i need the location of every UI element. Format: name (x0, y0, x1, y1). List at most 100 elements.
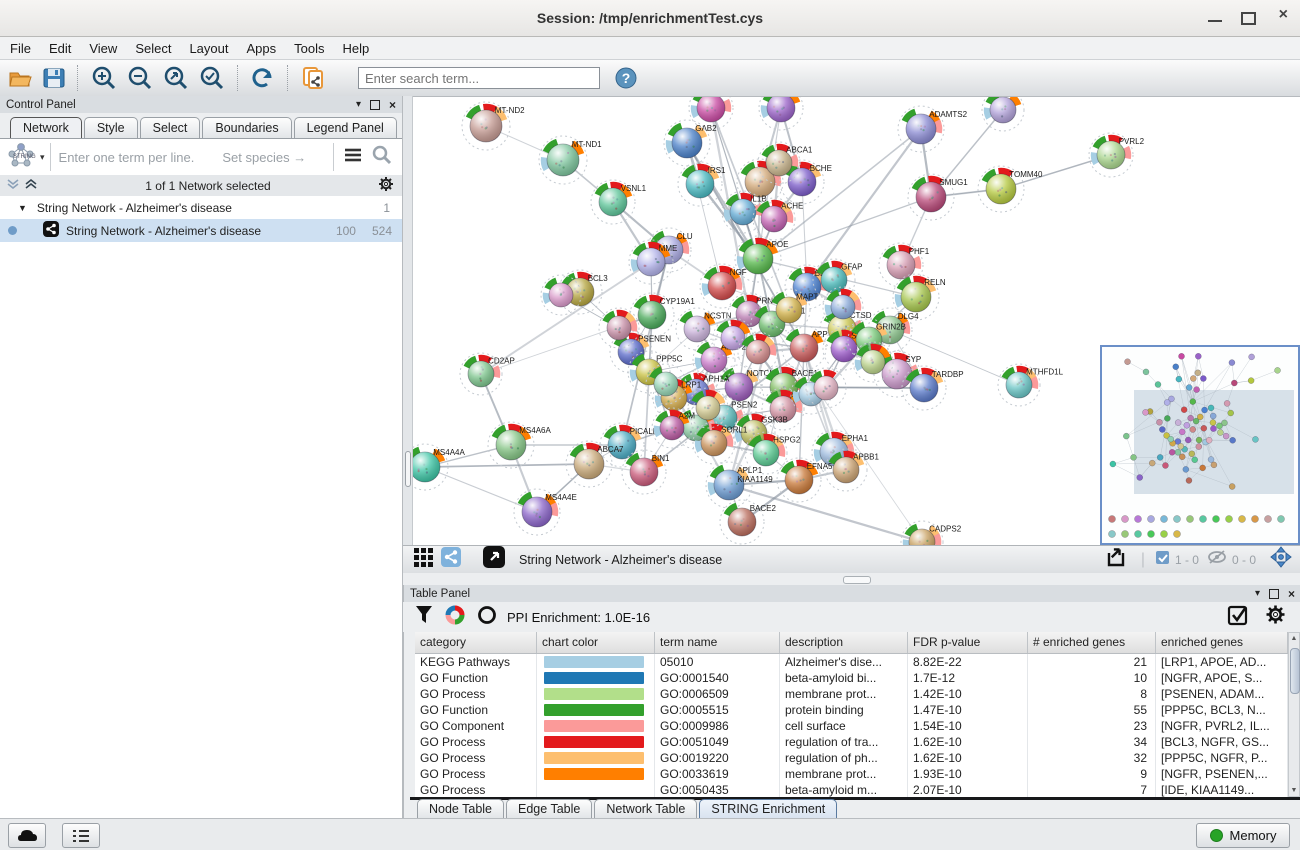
grid-view-icon[interactable] (413, 547, 433, 572)
select-terms-checkbox-icon[interactable] (1227, 604, 1249, 631)
column-header-category[interactable]: category (415, 632, 537, 653)
panel-menu-icon[interactable]: ▾ (356, 99, 361, 110)
network-node[interactable]: PVRL2 (1089, 133, 1145, 177)
column-header-term-name[interactable]: term name (655, 632, 780, 653)
save-session-icon[interactable] (42, 67, 66, 89)
network-row-selected[interactable]: String Network - Alzheimer's disease 100… (0, 219, 402, 242)
menu-apps[interactable]: Apps (247, 41, 277, 56)
network-gear-icon[interactable] (378, 176, 394, 195)
share-network-icon[interactable] (441, 547, 461, 572)
network-node[interactable] (982, 97, 1024, 131)
network-node[interactable]: VSNL1 (591, 180, 647, 224)
column-header-enriched-genes[interactable]: enriched genes (1156, 632, 1288, 653)
enrichment-settings-icon[interactable] (1265, 604, 1286, 630)
tree-expand-icon[interactable]: ▼ (18, 203, 27, 213)
search-input[interactable] (358, 67, 600, 89)
menu-edit[interactable]: Edit (49, 41, 71, 56)
tab-boundaries[interactable]: Boundaries (202, 117, 291, 138)
column-header--enriched-genes[interactable]: # enriched genes (1028, 632, 1156, 653)
table-row[interactable]: GO ProcessGO:0019220regulation of ph...1… (415, 750, 1288, 766)
automation-status-icon[interactable] (8, 823, 46, 848)
set-species-label[interactable]: Set species → (222, 150, 306, 165)
tab-node-table[interactable]: Node Table (417, 799, 504, 818)
export-view-icon[interactable] (1105, 545, 1131, 574)
network-node[interactable]: MT-ND1 (539, 136, 602, 184)
tab-select[interactable]: Select (140, 117, 201, 138)
network-node[interactable]: SMUG1 (908, 174, 968, 220)
string-logo-icon[interactable]: STRING (6, 141, 36, 174)
table-row[interactable]: GO ProcessGO:0050435beta-amyloid m...2.0… (415, 782, 1288, 797)
menu-tools[interactable]: Tools (294, 41, 324, 56)
network-node[interactable]: CADPS2 (901, 521, 962, 545)
filter-icon[interactable] (415, 605, 433, 629)
selected-nodes-checkbox-icon[interactable] (1155, 550, 1170, 570)
expand-all-icon[interactable] (24, 178, 38, 193)
minimize-button[interactable] (1208, 12, 1222, 22)
menu-view[interactable]: View (89, 41, 117, 56)
tab-edge-table[interactable]: Edge Table (506, 799, 592, 818)
hidden-eye-icon[interactable] (1207, 549, 1227, 570)
network-node[interactable]: EFNA5 (777, 458, 833, 502)
refresh-icon[interactable] (250, 66, 276, 90)
export-network-icon[interactable] (300, 65, 328, 91)
memory-button[interactable]: Memory (1196, 823, 1290, 848)
network-node[interactable]: MTHFD1L (998, 364, 1064, 406)
table-scrollbar[interactable]: ▲ ▼ (1288, 632, 1300, 797)
panel-splitter-horizontal[interactable] (403, 573, 1300, 585)
string-options-icon[interactable] (344, 148, 362, 167)
network-node[interactable]: BACE2 (720, 500, 776, 544)
open-session-icon[interactable] (8, 67, 34, 89)
tab-style[interactable]: Style (84, 117, 138, 138)
table-panel-close-icon[interactable]: × (1288, 587, 1295, 601)
menu-layout[interactable]: Layout (189, 41, 228, 56)
tab-legend-panel[interactable]: Legend Panel (294, 117, 397, 138)
collapse-all-icon[interactable] (6, 178, 20, 193)
birdseye-toggle-icon[interactable] (1270, 546, 1292, 573)
table-panel-float-icon[interactable] (1269, 589, 1279, 599)
table-row[interactable]: GO ProcessGO:0033619membrane prot...1.93… (415, 766, 1288, 782)
table-row[interactable]: GO FunctionGO:0001540beta-amyloid bi...1… (415, 670, 1288, 686)
task-history-icon[interactable] (62, 823, 100, 848)
help-icon[interactable]: ? (614, 66, 638, 90)
menu-file[interactable]: File (10, 41, 31, 56)
panel-float-icon[interactable] (370, 100, 380, 110)
network-node[interactable]: MS4A4E (514, 489, 577, 535)
column-header-FDR-p-value[interactable]: FDR p-value (908, 632, 1028, 653)
panel-splitter-vertical[interactable] (403, 96, 413, 545)
scroll-up-icon[interactable]: ▲ (1289, 635, 1299, 642)
menu-help[interactable]: Help (343, 41, 370, 56)
column-header-chart-color[interactable]: chart color (537, 632, 655, 653)
maximize-button[interactable] (1241, 12, 1256, 25)
network-node[interactable] (759, 97, 803, 130)
scroll-down-icon[interactable]: ▼ (1289, 787, 1299, 794)
column-header-description[interactable]: description (780, 632, 908, 653)
panel-close-icon[interactable]: × (389, 98, 396, 112)
table-row[interactable]: KEGG Pathways05010Alzheimer's dise...8.8… (415, 654, 1288, 670)
string-dropdown-icon[interactable]: ▾ (40, 152, 45, 163)
enrichment-table[interactable]: categorychart colorterm namedescriptionF… (415, 632, 1288, 797)
string-search-icon[interactable] (372, 145, 392, 170)
zoom-fit-icon[interactable] (162, 65, 190, 91)
network-node[interactable]: APLP1KIAA1149 (706, 462, 773, 508)
network-collection-row[interactable]: ▼ String Network - Alzheimer's disease 1 (0, 196, 402, 219)
network-node[interactable]: MT-ND2 (462, 102, 525, 150)
chart-donut-icon[interactable] (445, 605, 465, 630)
tab-network-table[interactable]: Network Table (594, 799, 697, 818)
zoom-in-icon[interactable] (90, 65, 118, 91)
scrollbar-thumb[interactable] (1290, 648, 1300, 694)
menu-select[interactable]: Select (135, 41, 171, 56)
launch-view-icon[interactable] (483, 546, 505, 573)
ring-chart-icon[interactable] (477, 605, 497, 630)
network-node[interactable]: TARDBP (902, 366, 964, 410)
close-button[interactable]: × (1279, 6, 1288, 24)
table-row[interactable]: GO FunctionGO:0005515protein binding1.47… (415, 702, 1288, 718)
table-row[interactable]: GO ProcessGO:0051049regulation of tra...… (415, 734, 1288, 750)
table-panel-menu-icon[interactable]: ▾ (1255, 588, 1260, 599)
tab-network[interactable]: Network (10, 117, 82, 138)
zoom-selected-icon[interactable] (198, 65, 226, 91)
string-query-input[interactable]: Enter one term per line. (59, 150, 195, 165)
network-node[interactable]: ABCA7 (566, 441, 624, 487)
table-row[interactable]: GO ProcessGO:0006509membrane prot...1.42… (415, 686, 1288, 702)
network-node[interactable]: TOMM40 (978, 166, 1043, 212)
tab-string-enrichment[interactable]: STRING Enrichment (699, 799, 837, 818)
